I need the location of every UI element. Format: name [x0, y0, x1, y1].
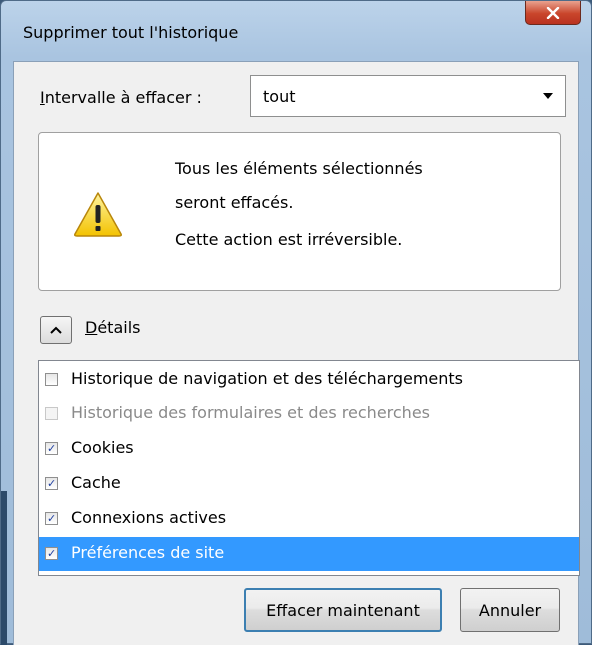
list-item[interactable]: Historique de navigation et des téléchar… — [39, 363, 579, 397]
checkbox[interactable]: ✓ — [45, 442, 58, 455]
list-item-label: Cookies — [71, 438, 134, 457]
close-button[interactable] — [525, 1, 581, 25]
close-icon — [546, 6, 560, 19]
dialog-window: Supprimer tout l'historique Intervalle à… — [0, 0, 592, 645]
list-item-label: Cache — [71, 473, 121, 492]
dialog-content: Intervalle à effacer : tout Tous les élé… — [13, 61, 580, 645]
warning-line-2: seront effacés. — [175, 193, 294, 212]
window-title: Supprimer tout l'historique — [23, 23, 239, 42]
range-select-value: tout — [263, 87, 296, 106]
checkmark-icon: ✓ — [47, 477, 57, 490]
clear-now-button[interactable]: Effacer maintenant — [244, 588, 442, 632]
list-item[interactable]: ✓ Cookies — [39, 432, 579, 466]
warning-box: Tous les éléments sélectionnés seront ef… — [38, 132, 561, 291]
chevron-down-icon — [543, 93, 553, 99]
chevron-up-icon — [50, 326, 62, 334]
cancel-button[interactable]: Annuler — [460, 588, 560, 632]
list-item-label: Connexions actives — [71, 508, 227, 527]
details-label[interactable]: Détails — [85, 318, 140, 337]
checkbox[interactable]: ✓ — [45, 512, 58, 525]
checkmark-icon: ✓ — [47, 547, 57, 560]
checkbox[interactable]: ✓ — [45, 477, 58, 490]
title-bar[interactable]: Supprimer tout l'historique — [1, 1, 591, 61]
list-item[interactable]: ✓ Cache — [39, 467, 579, 501]
checkmark-icon: ✓ — [47, 512, 57, 525]
list-item[interactable]: ✓ Préférences de site — [39, 537, 579, 571]
checkbox — [45, 407, 58, 420]
range-label: Intervalle à effacer : — [40, 88, 202, 107]
checkbox[interactable]: ✓ — [45, 547, 58, 560]
warning-icon — [74, 192, 122, 237]
details-toggle-button[interactable] — [40, 316, 72, 344]
warning-line-3: Cette action est irréversible. — [175, 230, 403, 249]
warning-line-1: Tous les éléments sélectionnés — [175, 159, 423, 178]
history-items-list[interactable]: Historique de navigation et des téléchar… — [38, 360, 580, 576]
window-edge — [1, 491, 7, 645]
list-item-label: Préférences de site — [71, 543, 225, 562]
checkmark-icon: ✓ — [47, 442, 57, 455]
list-item-label: Historique des formulaires et des recher… — [71, 403, 430, 422]
list-item-label: Historique de navigation et des téléchar… — [71, 369, 464, 388]
checkbox[interactable] — [45, 373, 58, 386]
list-item: Historique des formulaires et des recher… — [39, 397, 579, 431]
list-item[interactable]: ✓ Connexions actives — [39, 502, 579, 536]
range-select[interactable]: tout — [250, 75, 566, 117]
